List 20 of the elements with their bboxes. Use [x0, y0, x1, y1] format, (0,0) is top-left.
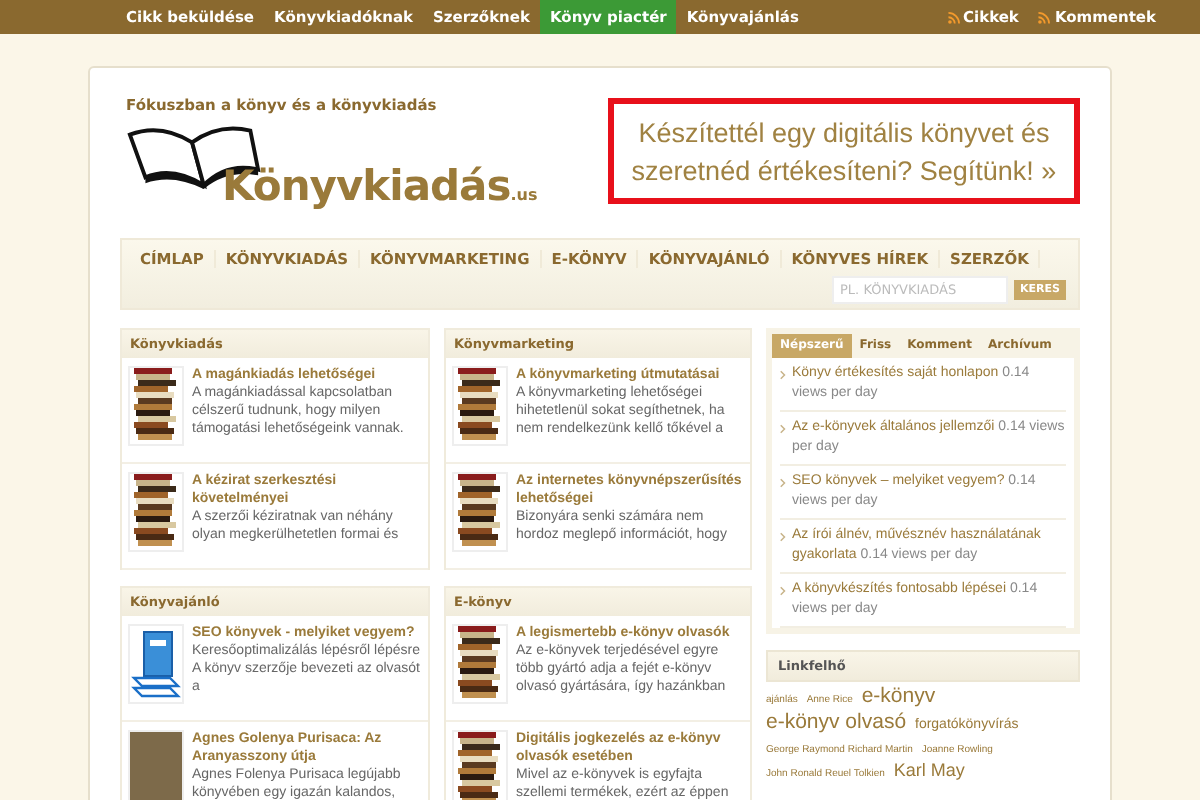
- book-stack-icon: [454, 368, 506, 444]
- site-logo-suffix: .us: [510, 186, 538, 204]
- photo-placeholder: [130, 732, 182, 800]
- tag-link[interactable]: Karl May: [893, 760, 965, 780]
- banner-ad[interactable]: Készítettél egy digitális könyvet és szeretnéd értékesíteni? Segítünk! »: [608, 98, 1080, 204]
- chevron-icon: [780, 424, 786, 434]
- chevron-icon: [780, 532, 786, 542]
- book-stack-icon: [454, 474, 506, 550]
- tag-link[interactable]: e-könyv olvasó: [766, 709, 907, 733]
- book-stack-icon: [130, 368, 182, 444]
- chevron-icon: [780, 586, 786, 596]
- tag-link[interactable]: e-könyv: [861, 684, 936, 708]
- book-stack-icon: [454, 626, 506, 702]
- rss-icon: [947, 11, 959, 23]
- book-stack-icon: [130, 474, 182, 550]
- rss-icon: [1038, 11, 1051, 23]
- book-icon: [130, 626, 182, 702]
- chevron-icon: [780, 370, 786, 380]
- site-logo-text[interactable]: Könyvkiadás: [222, 162, 511, 210]
- chevron-icon: [780, 478, 786, 488]
